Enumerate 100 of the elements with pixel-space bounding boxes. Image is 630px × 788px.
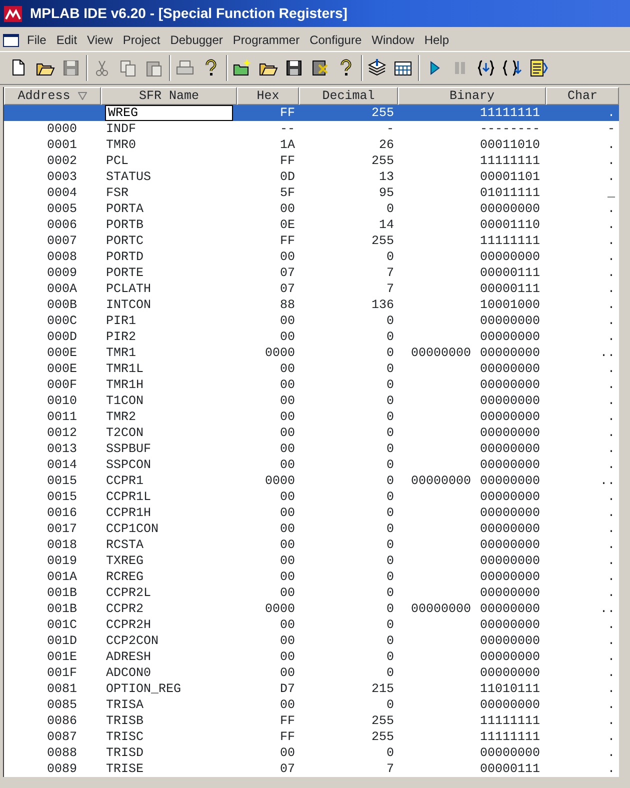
binary-cell: -------- (480, 121, 540, 137)
address-cell: 0014 (46, 458, 77, 472)
char-cell: . (607, 170, 615, 184)
decimal-cell: 0 (386, 634, 394, 648)
name-cell: PORTD (106, 250, 144, 264)
hex-cell: 00 (280, 490, 295, 504)
column-header[interactable]: Decimal (299, 87, 398, 105)
decimal-cell: 95 (378, 186, 394, 200)
char-cell: . (607, 442, 615, 456)
hex-cell: FF (280, 714, 295, 728)
decimal-cell: 0 (386, 586, 394, 600)
decimal-cell: 255 (371, 154, 394, 168)
address-cell: 000A (46, 282, 77, 296)
char-cell: . (607, 234, 615, 248)
char-cell: . (607, 426, 615, 440)
address-cell: 0019 (46, 554, 77, 568)
decimal-cell: 0 (386, 378, 394, 392)
step-into-icon (476, 58, 496, 78)
address-cell: 0015 (46, 474, 77, 488)
address-cell: 000D (46, 330, 77, 344)
column-header[interactable]: Char (546, 87, 619, 105)
binary-cell: 00000000 (480, 617, 540, 633)
name-cell: PCL (106, 154, 129, 168)
menu-item[interactable]: Configure (304, 31, 367, 49)
hex-cell: 00 (280, 250, 295, 264)
menu-item[interactable]: Programmer (228, 31, 305, 49)
menu-item[interactable]: Project (118, 31, 166, 49)
column-header[interactable]: Address (4, 87, 101, 105)
menu-item[interactable]: Debugger (165, 31, 228, 49)
address-cell: 001F (46, 666, 77, 680)
binary-cell: 00000000 (480, 601, 540, 617)
decimal-cell: 0 (386, 554, 394, 568)
decimal-cell: 0 (386, 330, 394, 344)
name-cell: T2CON (106, 426, 144, 440)
menu-item[interactable]: Window (366, 31, 420, 49)
address-cell: 001C (46, 618, 77, 632)
name-cell: CCPR2 (106, 602, 144, 616)
decimal-cell: 0 (386, 618, 394, 632)
hex-cell: 07 (280, 762, 295, 776)
binary-cell: 00000000 (480, 361, 540, 377)
binary-cell: 00000000 (410, 473, 471, 489)
hex-cell: 00 (280, 650, 295, 664)
binary-cell: 00000000 (480, 745, 540, 761)
hex-cell: 00 (280, 698, 295, 712)
column-header[interactable]: Binary (398, 87, 546, 105)
decimal-cell: 13 (378, 170, 394, 184)
hex-cell: 00 (280, 394, 295, 408)
name-cell: INTCON (106, 298, 152, 312)
decimal-cell: 255 (371, 234, 394, 248)
decimal-cell: 0 (386, 474, 394, 488)
binary-cell: 00000000 (480, 553, 540, 569)
char-cell: . (607, 522, 615, 536)
char-cell: . (607, 586, 615, 600)
hex-cell: 00 (280, 522, 295, 536)
hex-cell: 00 (280, 618, 295, 632)
decimal-cell: 0 (386, 250, 394, 264)
name-cell: FSR (106, 186, 129, 200)
column-header[interactable]: Hex (237, 87, 299, 105)
binary-cell: 00000000 (480, 569, 540, 585)
step-over-icon (502, 58, 522, 78)
binary-cell: 00000000 (480, 313, 540, 329)
menu-item[interactable]: View (82, 31, 118, 49)
char-cell: . (607, 250, 615, 264)
address-cell: 0086 (46, 714, 77, 728)
hex-cell: 00 (280, 538, 295, 552)
char-cell: .. (600, 602, 615, 616)
binary-cell: 00000000 (480, 249, 540, 265)
menu-item[interactable]: Edit (51, 31, 82, 49)
char-cell: . (607, 746, 615, 760)
name-cell: T1CON (106, 394, 144, 408)
binary-cell: 00001101 (480, 169, 540, 185)
window-menu-icon[interactable] (3, 34, 19, 46)
decimal-cell: - (386, 122, 394, 136)
hex-cell: 88 (280, 298, 295, 312)
menu-item[interactable]: Help (419, 31, 454, 49)
hex-cell: FF (280, 730, 295, 744)
decimal-cell: 7 (386, 282, 394, 296)
hex-cell: FF (280, 106, 295, 120)
char-cell: . (607, 458, 615, 472)
hex-cell: 00 (280, 378, 295, 392)
decimal-cell: 255 (371, 714, 394, 728)
hex-cell: 00 (280, 442, 295, 456)
name-cell: PORTE (106, 266, 144, 280)
name-cell: SSPBUF (106, 442, 152, 456)
name-cell: OPTION_REG (106, 682, 182, 696)
char-cell: . (607, 490, 615, 504)
column-header[interactable]: SFR Name (101, 87, 237, 105)
char-cell: . (607, 506, 615, 520)
binary-cell: 00000000 (480, 441, 540, 457)
binary-cell: 00000000 (480, 697, 540, 713)
binary-cell: 00000000 (480, 329, 540, 345)
name-cell: TMR2 (106, 410, 136, 424)
name-cell: INDF (106, 122, 136, 136)
menu-item[interactable]: File (22, 31, 52, 49)
binary-cell: 00000000 (480, 377, 540, 393)
address-cell: 000E (46, 362, 77, 376)
name-edit-field[interactable]: WREG (105, 105, 233, 121)
decimal-cell: 215 (371, 682, 394, 696)
char-cell: . (607, 618, 615, 632)
name-cell: TRISD (106, 746, 144, 760)
